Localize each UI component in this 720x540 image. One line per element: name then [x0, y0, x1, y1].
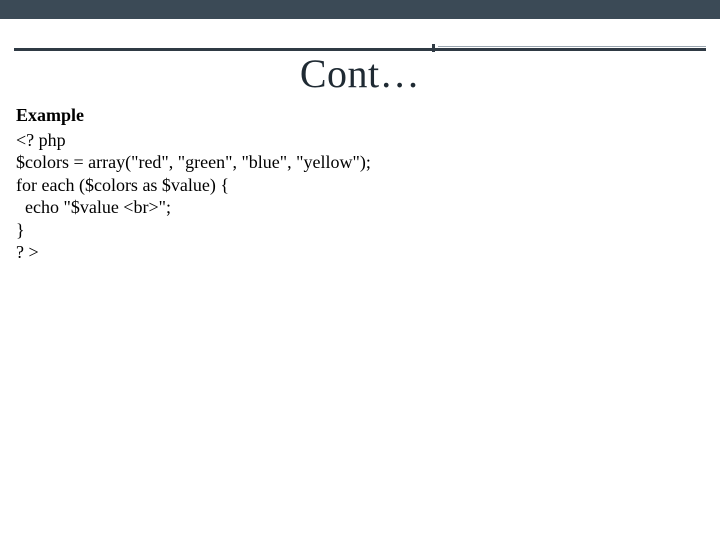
example-label: Example	[16, 104, 704, 127]
header-band	[0, 0, 720, 19]
slide: Cont… Example <? php $colors = array("re…	[0, 0, 720, 540]
divider-thin	[438, 46, 706, 47]
body: Example <? php $colors = array("red", "g…	[16, 104, 704, 264]
code-block: <? php $colors = array("red", "green", "…	[16, 129, 704, 264]
slide-title: Cont…	[0, 50, 720, 97]
